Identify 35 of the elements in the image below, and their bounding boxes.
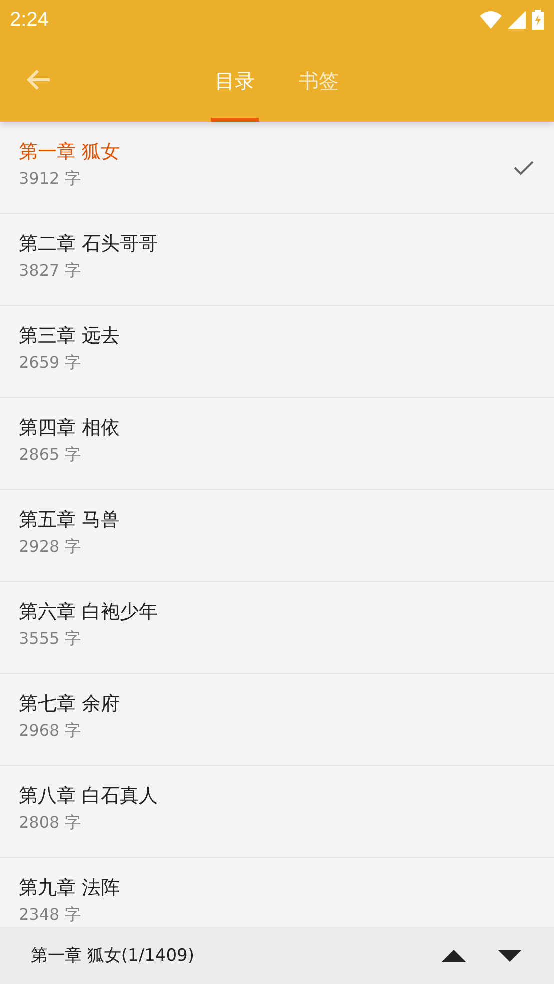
word-count: 2659 字 [19, 353, 82, 374]
chapter-title: 第二章 石头哥哥 [19, 232, 160, 257]
check-icon [514, 160, 534, 176]
chapter-row[interactable]: 第三章 远去 2659 字 [0, 306, 554, 398]
chapter-row[interactable]: 第六章 白袍少年 3555 字 [0, 582, 554, 674]
chapter-row[interactable]: 第七章 余府 2968 字 [0, 674, 554, 766]
word-count: 2968 字 [19, 721, 82, 742]
word-count: 3827 字 [19, 261, 82, 282]
chapter-row[interactable]: 第八章 白石真人 2808 字 [0, 766, 554, 858]
word-count: 3912 字 [19, 169, 82, 190]
battery-icon [532, 10, 544, 30]
up-icon [442, 950, 466, 962]
back-icon [26, 68, 52, 92]
clock: 2:24 [10, 8, 49, 32]
word-count: 2928 字 [19, 537, 82, 558]
chapter-row[interactable]: 第一章 狐女 3912 字 [0, 122, 554, 214]
chapter-row[interactable]: 第二章 石头哥哥 3827 字 [0, 214, 554, 306]
word-count: 2865 字 [19, 445, 82, 466]
word-count: 2808 字 [19, 813, 82, 834]
current-chapter: 第一章 狐女(1/1409) [31, 945, 196, 967]
chapter-title: 第五章 马兽 [19, 508, 122, 533]
chapter-row[interactable]: 第五章 马兽 2928 字 [0, 490, 554, 582]
signal-icon [508, 11, 526, 29]
chapter-row[interactable]: 第四章 相依 2865 字 [0, 398, 554, 490]
chapter-title: 第四章 相依 [19, 416, 122, 441]
word-count: 2348 字 [19, 905, 82, 926]
chapter-title: 第七章 余府 [19, 692, 122, 717]
wifi-icon [480, 11, 502, 29]
down-icon [498, 950, 522, 962]
chapter-title: 第八章 白石真人 [19, 784, 160, 809]
word-count: 3555 字 [19, 629, 82, 650]
chapter-title: 第一章 狐女 [19, 140, 122, 165]
chapter-title: 第六章 白袍少年 [19, 600, 160, 625]
chapter-title: 第三章 远去 [19, 324, 122, 349]
chapter-title: 第九章 法阵 [19, 876, 122, 901]
